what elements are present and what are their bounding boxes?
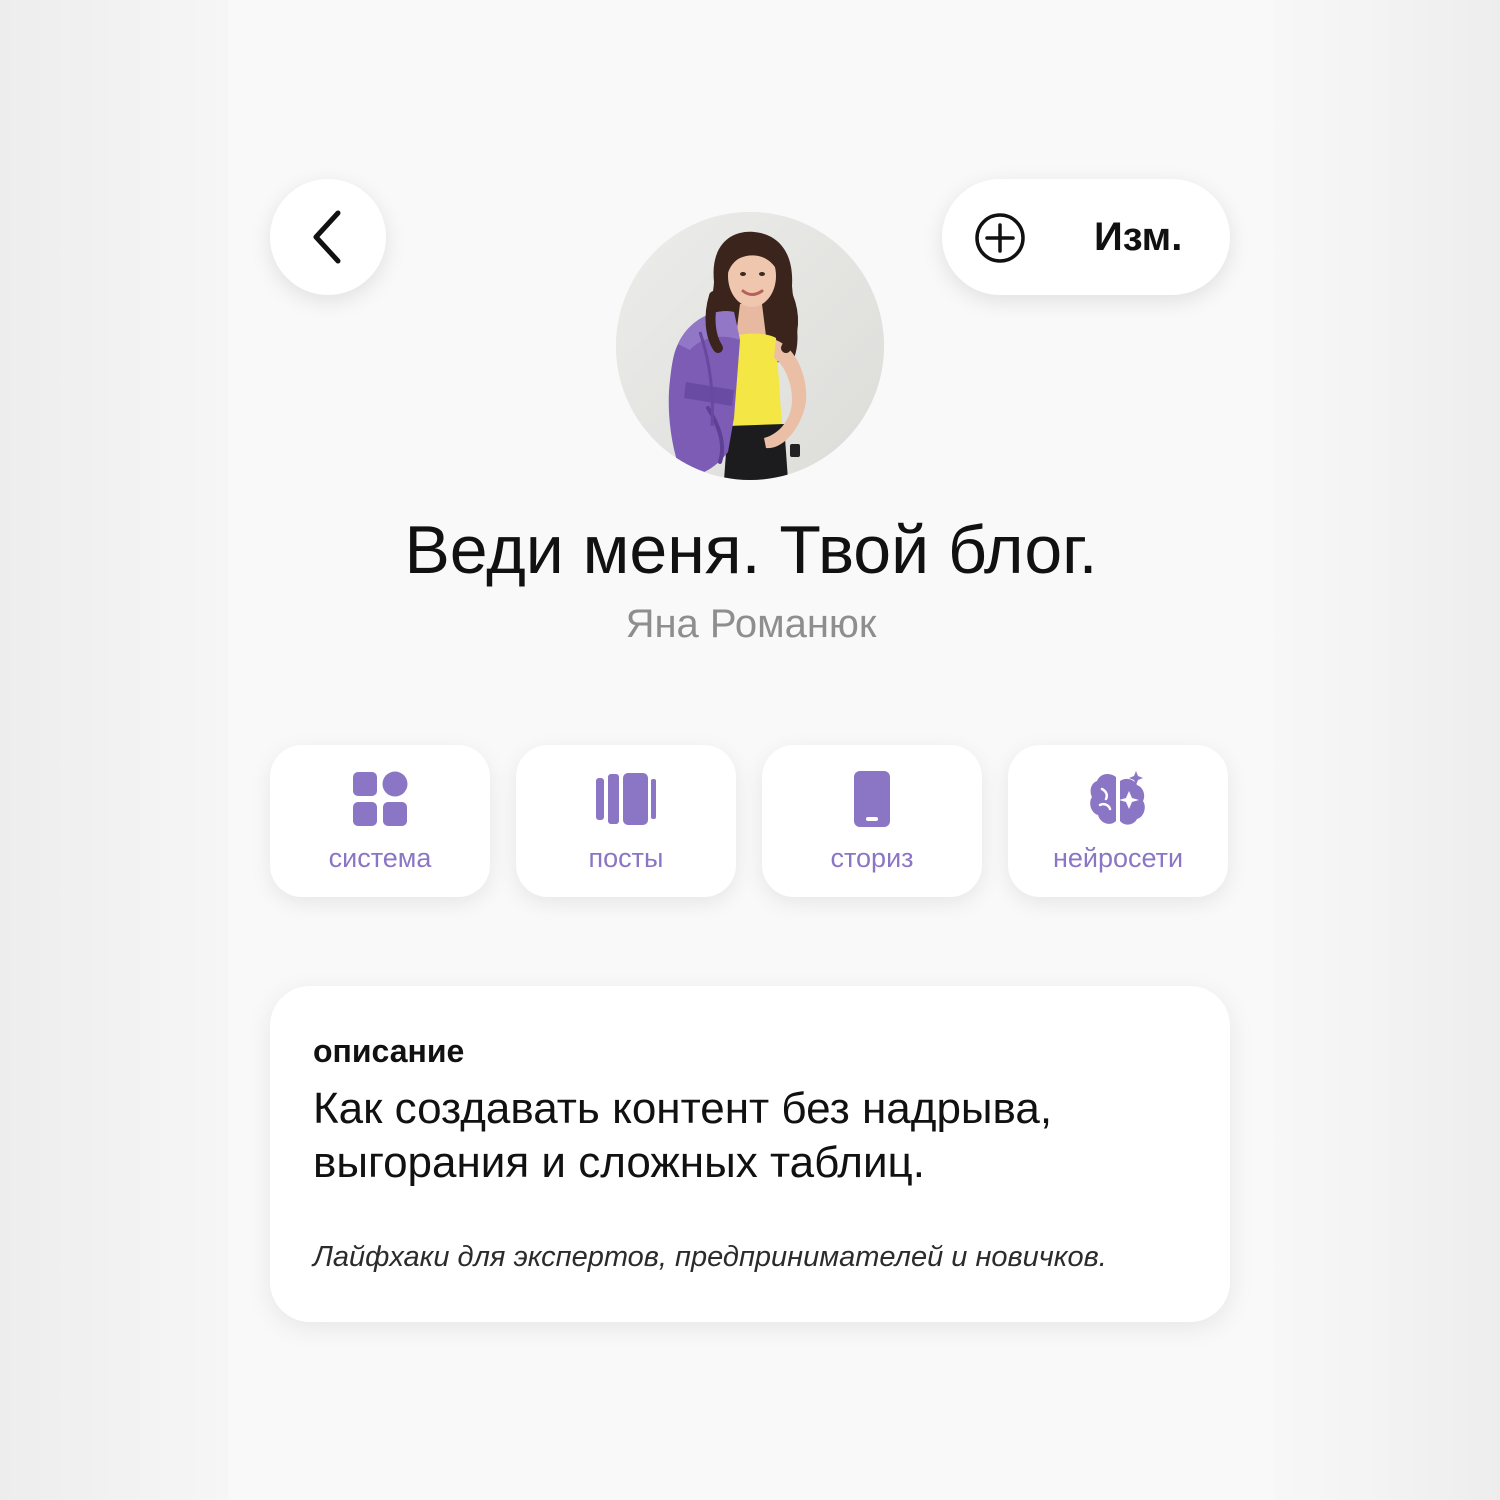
watch bbox=[790, 444, 800, 457]
phone-icon bbox=[854, 771, 890, 827]
description-text: Как создавать контент без надрыва, выгор… bbox=[313, 1084, 1053, 1187]
category-label: нейросети bbox=[1052, 843, 1184, 873]
category-tile-neural[interactable]: нейросети bbox=[1008, 745, 1228, 897]
description-note: Лайфхаки для экспертов, предпринимателей… bbox=[313, 1241, 1107, 1273]
author-name: Яна Романюк bbox=[625, 602, 877, 646]
chevron-left-icon bbox=[313, 210, 341, 264]
category-label: система bbox=[328, 843, 432, 873]
plus-circle-icon bbox=[975, 213, 1025, 263]
category-tile-posts[interactable]: посты bbox=[516, 745, 736, 897]
category-label: посты bbox=[588, 843, 664, 873]
category-label: сториз bbox=[830, 843, 914, 873]
description-heading: описание bbox=[313, 1033, 465, 1069]
category-tile-system[interactable]: система bbox=[270, 745, 490, 897]
avatar bbox=[616, 212, 884, 480]
description-card: описание Как создавать контент без надры… bbox=[270, 986, 1230, 1322]
avatar-photo bbox=[616, 212, 884, 480]
edit-label: Изм. bbox=[1094, 215, 1183, 259]
back-button[interactable] bbox=[270, 179, 386, 295]
edit-button[interactable]: Изм. bbox=[942, 179, 1230, 295]
carousel-icon bbox=[596, 773, 656, 825]
brain-sparkle-icon bbox=[1090, 771, 1145, 825]
category-tile-stories[interactable]: сториз bbox=[762, 745, 982, 897]
page-title: Веди меня. Твой блог. bbox=[404, 512, 1098, 588]
grid-icon bbox=[353, 771, 408, 826]
